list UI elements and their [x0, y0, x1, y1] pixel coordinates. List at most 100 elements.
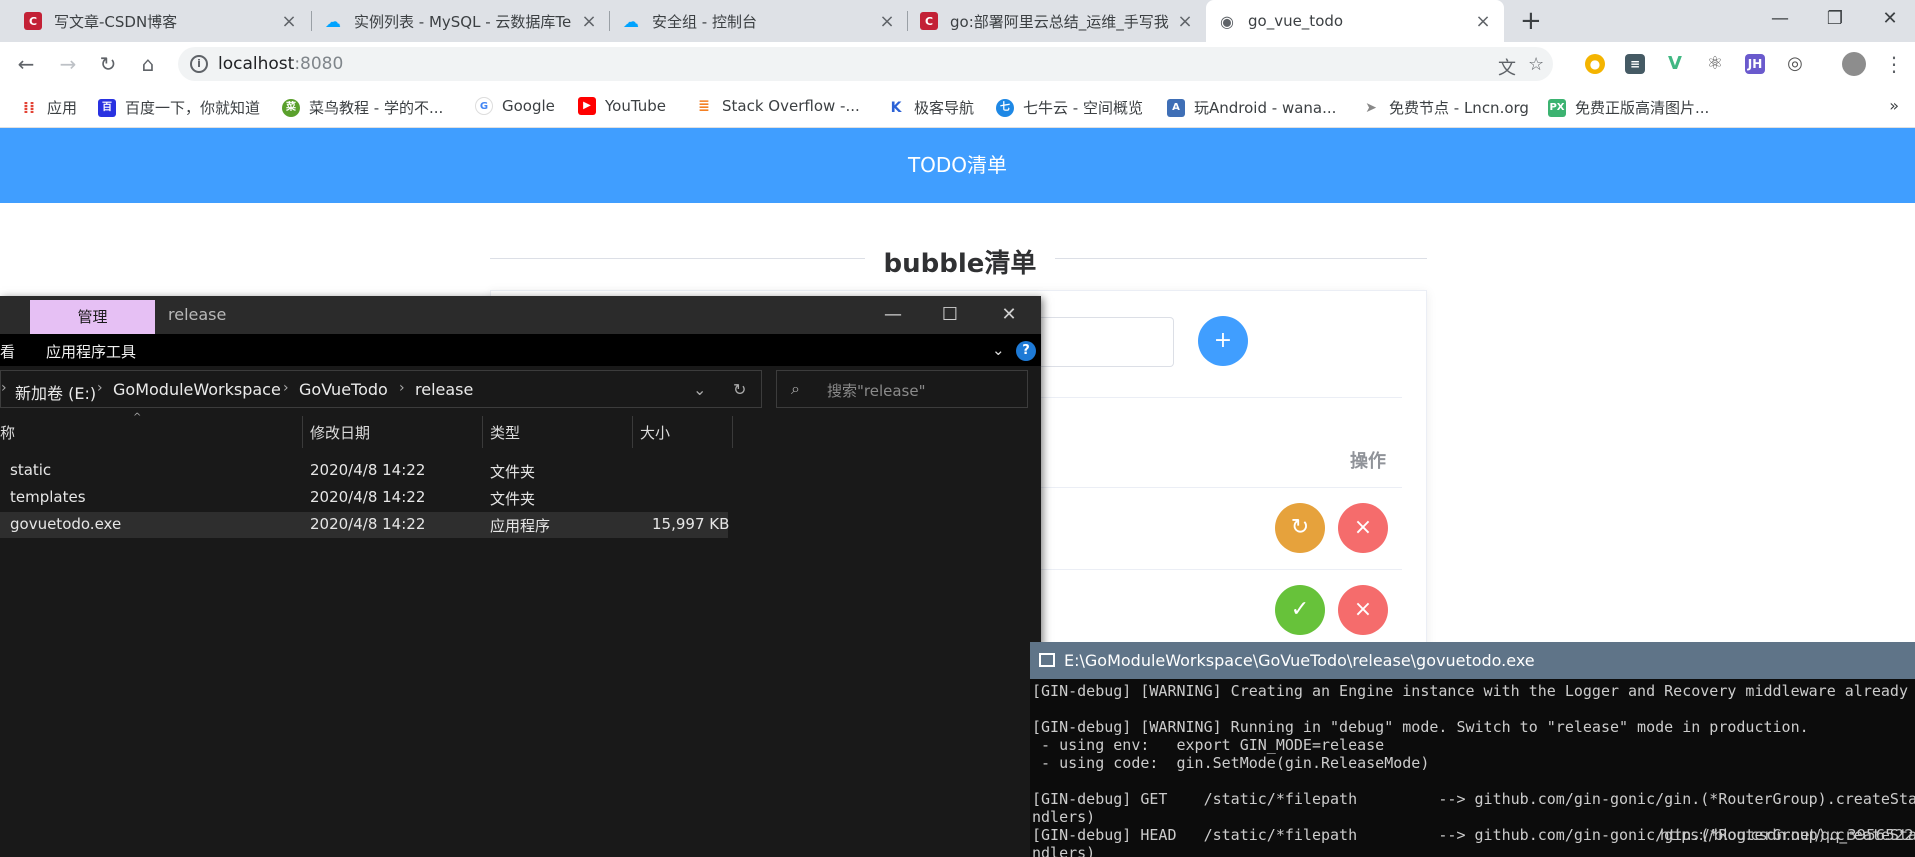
table-row[interactable]: govuetodo.exe 2020/4/8 14:22 应用程序 15,997…	[0, 512, 730, 538]
close-window-icon[interactable]: ✕	[989, 300, 1029, 330]
column-separator[interactable]	[732, 416, 733, 448]
bookmark-google[interactable]: G Google	[475, 97, 555, 115]
address-bar[interactable]: i localhost:8080 文 ☆	[178, 47, 1553, 81]
delete-button[interactable]: ×	[1338, 503, 1388, 553]
bookmark-pexels[interactable]: PX 免费正版高清图片...	[1548, 97, 1709, 118]
console-line: [GIN-debug] [WARNING] Running in "debug"…	[1032, 718, 1809, 736]
url-port: :8080	[294, 54, 344, 74]
console-line: - using code: gin.SetMode(gin.ReleaseMod…	[1032, 754, 1430, 772]
chevron-down-icon[interactable]: ⌄	[693, 380, 706, 399]
bookmark-runoob[interactable]: 菜菜鸟教程 - 学的不...	[282, 97, 443, 118]
minimize-icon[interactable]: —	[873, 300, 913, 330]
column-separator[interactable]	[482, 416, 483, 448]
help-icon[interactable]: ?	[1016, 341, 1036, 361]
minimize-icon[interactable]: —	[1750, 0, 1810, 42]
tab-title: go_vue_todo	[1248, 12, 1344, 30]
back-icon[interactable]: ←	[12, 50, 40, 78]
tab-mysql-instances[interactable]: ☁ 实例列表 - MySQL - 云数据库Te ×	[312, 0, 610, 42]
tab-security-group[interactable]: ☁ 安全组 - 控制台 ×	[610, 0, 908, 42]
new-tab-button[interactable]: +	[1520, 6, 1542, 36]
bookmark-label: 玩Android - wana...	[1194, 99, 1337, 117]
undo-button[interactable]: ↻	[1275, 503, 1325, 553]
close-tab-icon[interactable]: ×	[878, 11, 896, 32]
title-divider	[1055, 258, 1427, 259]
close-tab-icon[interactable]: ×	[280, 11, 298, 32]
breadcrumb-govuetodo[interactable]: GoVueTodo	[299, 380, 388, 399]
console-window: E:\GoModuleWorkspace\GoVueTodo\release\g…	[1030, 642, 1915, 857]
console-titlebar: E:\GoModuleWorkspace\GoVueTodo\release\g…	[1030, 642, 1915, 679]
close-window-icon[interactable]: ✕	[1860, 0, 1915, 42]
qiniu-icon: 七	[996, 98, 1014, 117]
table-row[interactable]: templates 2020/4/8 14:22 文件夹	[0, 485, 728, 511]
bookmark-apps[interactable]: ⁞⁞ 应用	[20, 97, 77, 118]
add-todo-button[interactable]: +	[1198, 316, 1248, 366]
menu-dots-icon[interactable]: ⋮	[1880, 50, 1908, 78]
bookmark-label: 免费节点 - Lncn.org	[1389, 99, 1529, 117]
todo-input[interactable]	[1030, 317, 1174, 367]
restore-icon[interactable]: ❐	[1805, 0, 1865, 42]
csdn-favicon-icon: C	[920, 12, 938, 30]
bookmark-star-icon[interactable]: ☆	[1528, 54, 1544, 75]
ribbon-expand-icon[interactable]: ⌄	[992, 341, 1005, 359]
maximize-icon[interactable]: ☐	[930, 300, 970, 330]
vue-devtools-icon[interactable]: V	[1665, 54, 1685, 74]
bookmark-qiniu[interactable]: 七七牛云 - 空间概览	[996, 97, 1143, 118]
explorer-address-bar[interactable]: › 新加卷 (E:) › GoModuleWorkspace › GoVueTo…	[0, 370, 762, 408]
column-size[interactable]: 大小	[640, 422, 670, 443]
translate-icon[interactable]: 文	[1498, 54, 1516, 80]
console-title: E:\GoModuleWorkspace\GoVueTodo\release\g…	[1064, 651, 1535, 670]
reload-icon[interactable]: ↻	[94, 50, 122, 78]
column-separator[interactable]	[302, 416, 303, 448]
bookmark-youtube[interactable]: ▶ YouTube	[578, 97, 666, 115]
column-name[interactable]: 称	[0, 422, 15, 443]
bookmark-baidu[interactable]: 百百度一下，你就知道	[98, 97, 260, 118]
close-tab-icon[interactable]: ×	[1176, 11, 1194, 32]
url-host: localhost	[218, 54, 295, 74]
home-icon[interactable]: ⌂	[134, 50, 162, 78]
close-tab-icon[interactable]: ×	[580, 11, 598, 32]
file-size: 15,997 KB	[652, 515, 730, 533]
android-icon: A	[1167, 98, 1185, 117]
file-date: 2020/4/8 14:22	[310, 515, 426, 533]
delete-button[interactable]: ×	[1338, 585, 1388, 635]
site-info-icon[interactable]: i	[190, 55, 208, 73]
ribbon-view-tab[interactable]: 看	[0, 341, 15, 362]
breadcrumb-gomodule[interactable]: GoModuleWorkspace	[113, 380, 281, 399]
bookmark-wanandroid[interactable]: A 玩Android - wana...	[1167, 97, 1336, 118]
table-row[interactable]: static 2020/4/8 14:22 文件夹	[0, 458, 728, 484]
tab-csdn-write[interactable]: C 写文章-CSDN博客 ×	[12, 0, 310, 42]
browser-toolbar: ← → ↻ ⌂ i localhost:8080 文 ☆ ● ≡ V ⚛ JH …	[0, 42, 1915, 86]
column-modified[interactable]: 修改日期	[310, 422, 370, 443]
breadcrumb-drive[interactable]: 新加卷 (E:)	[15, 380, 96, 404]
bookmark-label: 极客导航	[914, 99, 975, 117]
forward-icon[interactable]: →	[54, 50, 82, 78]
target-extension-icon[interactable]: ◎	[1785, 54, 1805, 74]
bookmark-lncn[interactable]: ➤ 免费节点 - Lncn.org	[1362, 97, 1529, 118]
react-devtools-icon[interactable]: ⚛	[1705, 54, 1725, 74]
tab-title: 实例列表 - MySQL - 云数据库Te	[354, 12, 572, 31]
done-button[interactable]: ✓	[1275, 585, 1325, 635]
tab-go-vue-todo[interactable]: ◉ go_vue_todo ×	[1206, 0, 1504, 42]
extension-menu-icon[interactable]: ≡	[1625, 54, 1645, 74]
tab-go-deploy[interactable]: C go:部署阿里云总结_运维_手写我 ×	[908, 0, 1206, 42]
bookmark-geek-nav[interactable]: K 极客导航	[887, 97, 974, 118]
tab-title: go:部署阿里云总结_运维_手写我	[950, 12, 1169, 31]
explorer-search[interactable]: ⌕ 搜索"release"	[776, 370, 1028, 408]
bookmark-stackoverflow[interactable]: ≣ Stack Overflow -...	[695, 97, 860, 115]
manage-tab[interactable]: 管理	[30, 300, 155, 334]
extension-color-icon[interactable]: ●	[1585, 54, 1605, 74]
bookmarks-more-icon[interactable]: »	[1889, 96, 1899, 115]
avatar[interactable]	[1842, 52, 1866, 76]
title-divider	[490, 258, 865, 259]
close-tab-icon[interactable]: ×	[1474, 11, 1492, 32]
column-separator[interactable]	[632, 416, 633, 448]
geek-nav-icon: K	[890, 99, 902, 116]
ribbon-app-tools-tab[interactable]: 应用程序工具	[46, 341, 136, 362]
bookmark-label: 免费正版高清图片...	[1575, 99, 1710, 117]
chevron-right-icon: ›	[283, 380, 289, 396]
refresh-icon[interactable]: ↻	[733, 380, 746, 399]
breadcrumb-release[interactable]: release	[415, 380, 473, 399]
bookmark-label: Google	[502, 97, 555, 115]
jh-extension-icon[interactable]: JH	[1745, 54, 1765, 74]
column-type[interactable]: 类型	[490, 422, 520, 443]
